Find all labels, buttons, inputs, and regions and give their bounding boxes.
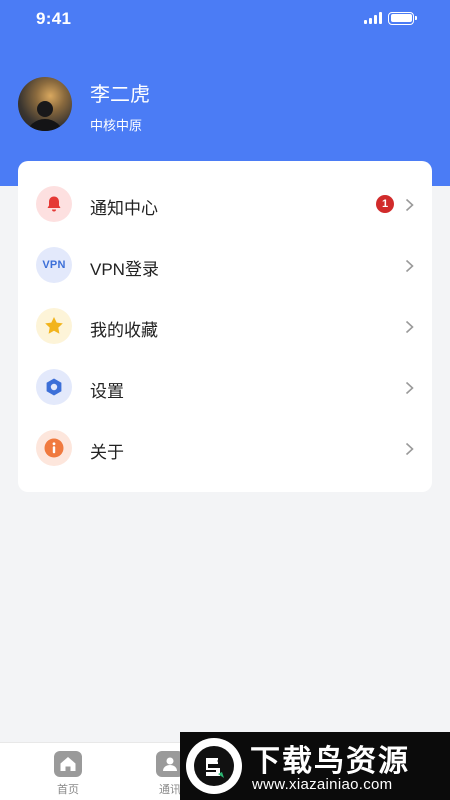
menu-card: 通知中心 1 VPN VPN登录 我的收藏 设置 关于	[18, 161, 432, 492]
menu-item-settings[interactable]: 设置	[18, 357, 432, 418]
watermark-title: 下载鸟资源	[250, 745, 410, 778]
chevron-right-icon	[405, 381, 414, 395]
signal-icon	[364, 12, 382, 24]
info-icon	[36, 430, 72, 466]
chevron-right-icon	[405, 259, 414, 273]
bird-logo-icon	[186, 738, 242, 794]
menu-label: VPN登录	[90, 260, 159, 279]
menu-item-notifications[interactable]: 通知中心 1	[18, 174, 432, 235]
tab-home[interactable]: 首页	[38, 751, 98, 797]
menu-item-about[interactable]: 关于	[18, 418, 432, 479]
watermark-overlay: 下载鸟资源 www.xiazainiao.com	[180, 732, 450, 800]
chevron-right-icon	[405, 320, 414, 334]
menu-item-favorites[interactable]: 我的收藏	[18, 296, 432, 357]
user-organization: 中核中原	[90, 118, 143, 133]
chevron-right-icon	[405, 198, 414, 212]
home-icon	[54, 751, 82, 777]
status-icons	[364, 11, 417, 25]
menu-label: 关于	[90, 443, 124, 462]
notification-badge: 1	[376, 195, 394, 213]
vpn-icon: VPN	[36, 247, 72, 283]
menu-label: 通知中心	[90, 199, 158, 218]
settings-icon	[36, 369, 72, 405]
menu-label: 我的收藏	[90, 321, 158, 340]
status-bar: 9:41	[0, 0, 450, 38]
chevron-right-icon	[405, 442, 414, 456]
bell-icon	[36, 186, 72, 222]
menu-item-vpn-login[interactable]: VPN VPN登录	[18, 235, 432, 296]
avatar[interactable]	[18, 77, 72, 131]
star-icon	[36, 308, 72, 344]
watermark-url: www.xiazainiao.com	[252, 776, 393, 793]
tab-label: 首页	[57, 784, 79, 796]
menu-label: 设置	[90, 382, 124, 401]
battery-icon	[388, 11, 417, 25]
status-time: 9:41	[36, 9, 72, 28]
user-name: 李二虎	[90, 84, 150, 106]
